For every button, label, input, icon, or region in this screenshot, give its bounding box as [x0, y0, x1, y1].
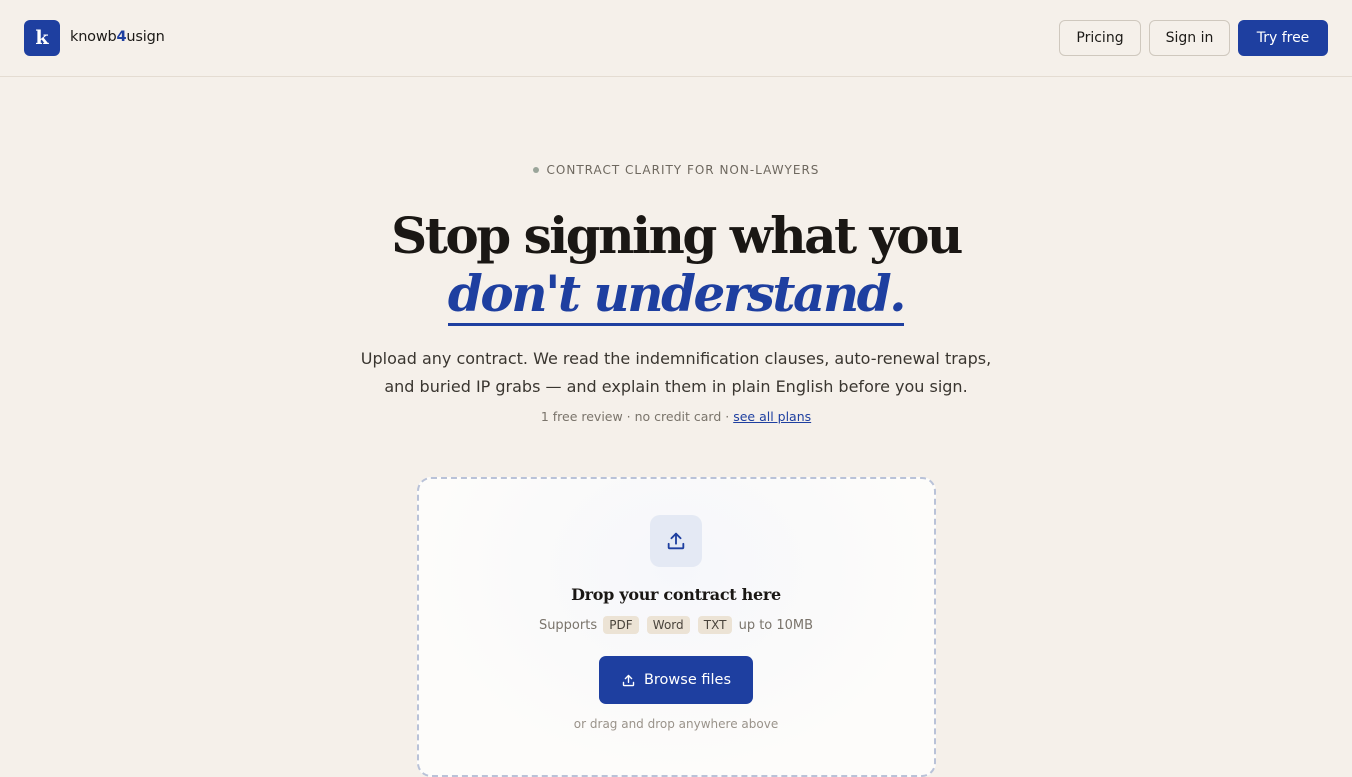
brand-name-prefix: knowb	[70, 29, 117, 45]
upload-icon	[650, 515, 702, 567]
headline-emphasis: don't understand.	[447, 264, 907, 326]
format-chip-txt: TXT	[697, 616, 733, 634]
browse-files-label: Browse files	[643, 672, 732, 688]
headline-line-1: Stop signing what you	[391, 206, 963, 265]
supported-formats: Supports PDF Word TXT up to 10MB	[0, 616, 1352, 634]
supports-label: Supports	[538, 618, 598, 633]
browse-files-button[interactable]: Browse files	[599, 656, 753, 704]
dropzone-title: Drop your contract here	[571, 585, 781, 604]
drag-drop-hint: or drag and drop anywhere above	[573, 717, 779, 731]
brand-name[interactable]: knowb4usign	[70, 29, 165, 45]
headline-line-2: don't understand.	[0, 264, 1352, 326]
brand-name-accent: 4	[116, 29, 127, 45]
format-chip-pdf: PDF	[603, 616, 639, 634]
hero-subtitle: Upload any contract. We read the indemni…	[360, 349, 992, 396]
eyebrow-tagline: CONTRACT CLARITY FOR NON-LAWYERS	[0, 163, 1352, 177]
upload-small-icon	[622, 674, 635, 686]
eyebrow-text: CONTRACT CLARITY FOR NON-LAWYERS	[546, 163, 820, 177]
pricing-button[interactable]: Pricing	[1059, 20, 1141, 56]
fine-print-text: 1 free review · no credit card ·	[540, 409, 734, 424]
see-all-plans-link[interactable]: see all plans	[733, 409, 811, 424]
sign-in-button[interactable]: Sign in	[1149, 20, 1230, 56]
format-chip-word: Word	[646, 616, 690, 634]
fine-print: 1 free review · no credit card · see all…	[0, 409, 1352, 424]
brand-name-suffix: usign	[126, 29, 165, 45]
try-free-button[interactable]: Try free	[1238, 20, 1328, 56]
logo-icon[interactable]: k	[24, 20, 60, 56]
size-limit-text: up to 10MB	[738, 618, 814, 633]
top-navigation-bar: k knowb4usign Pricing Sign in Try free	[0, 0, 1352, 77]
status-dot-icon	[532, 166, 539, 173]
